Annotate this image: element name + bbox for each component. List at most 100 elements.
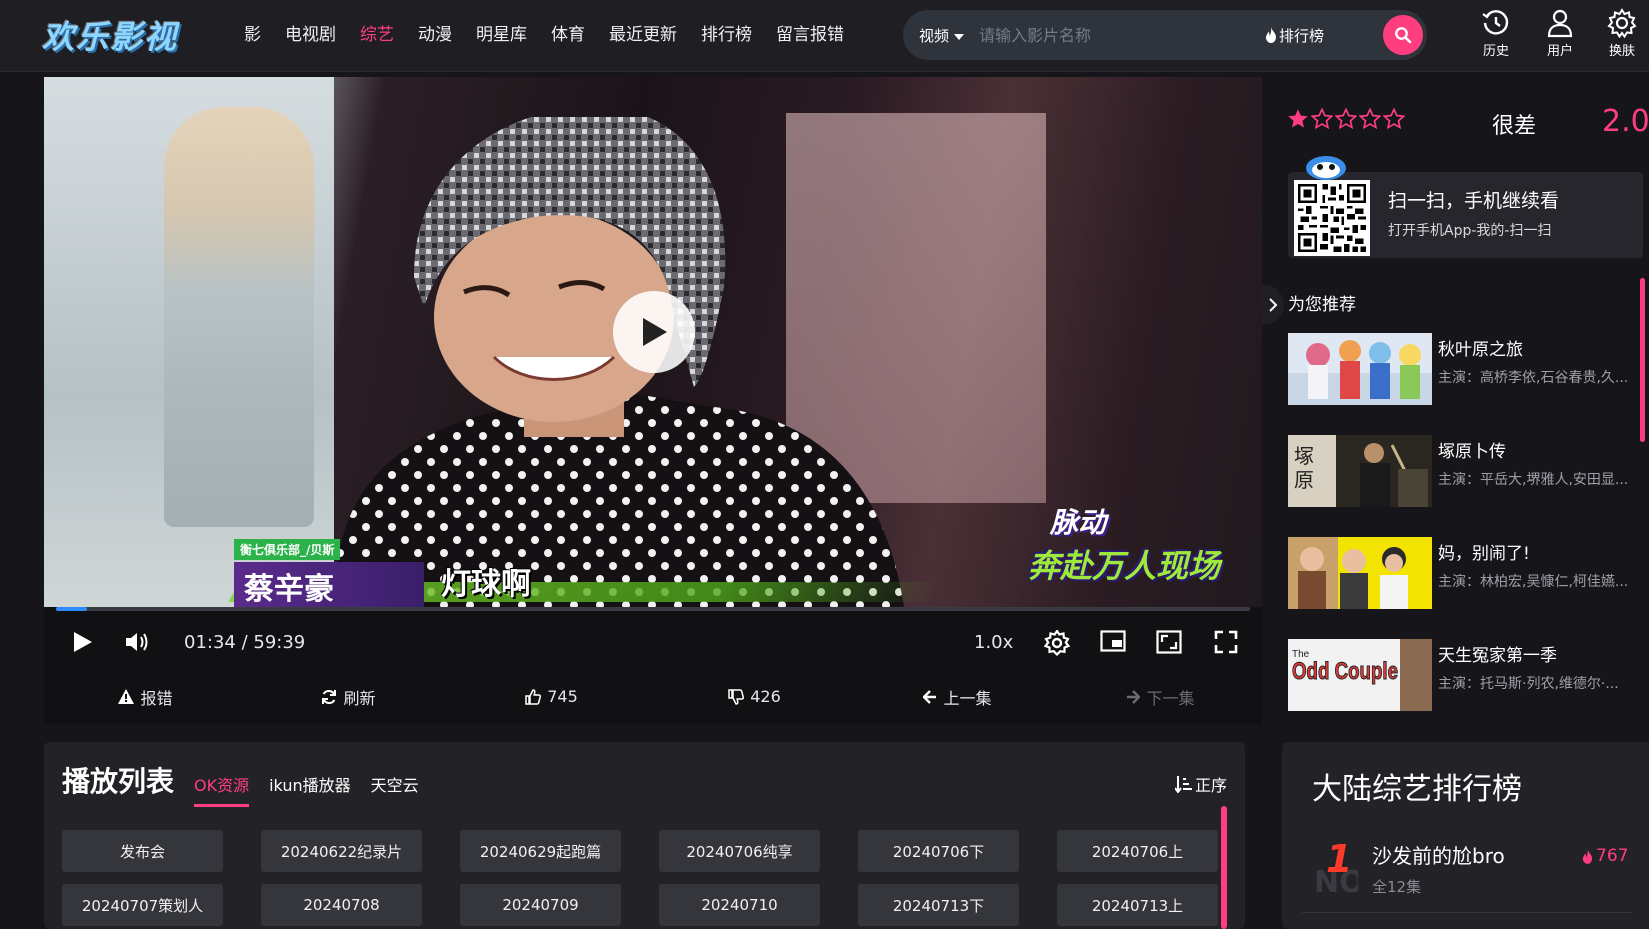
nav-item-ranking[interactable]: 排行榜 (701, 20, 752, 45)
episode-button[interactable]: 20240629起跑篇 (460, 830, 621, 872)
star-empty-icon[interactable] (1383, 108, 1405, 130)
search-button[interactable] (1383, 15, 1423, 55)
chevron-right-icon (1269, 298, 1278, 312)
video-frame[interactable]: 衡七俱乐部_/贝斯 蔡辛豪 灯球啊 脉动 奔赴万人现场 (44, 77, 1262, 607)
history-button[interactable]: 历史 (1474, 8, 1518, 59)
star-filled-icon[interactable] (1287, 108, 1309, 130)
episode-button[interactable]: 20240713上 (1057, 884, 1218, 926)
thumbs-down-icon (728, 688, 745, 705)
rating-score: 2.0 (1602, 104, 1649, 139)
episode-button[interactable]: 20240706上 (1057, 830, 1218, 872)
picture-in-picture-button[interactable] (1100, 630, 1126, 652)
episode-button[interactable]: 20240708 (261, 884, 422, 926)
recommend-item[interactable]: 秋叶原之旅 主演：高桥李依,石谷春贵,久... (1288, 333, 1638, 435)
skin-button[interactable]: 换肤 (1600, 8, 1644, 59)
history-label: 历史 (1482, 44, 1509, 59)
current-time: 01:34 (184, 632, 236, 653)
sort-order-label: 正序 (1194, 776, 1227, 795)
dislike-button[interactable]: 426 (653, 669, 856, 724)
ranking-item-title[interactable]: 沙发前的尬bro (1372, 840, 1505, 869)
search-type-label: 视频 (919, 27, 950, 45)
progress-bar[interactable] (56, 607, 1250, 611)
user-button[interactable]: 用户 (1538, 8, 1582, 59)
sponsor-badge-line1: 脉动 (1050, 506, 1107, 539)
svg-text:原: 原 (1294, 468, 1314, 492)
playback-speed-button[interactable]: 1.0x (974, 632, 1013, 653)
settings-button[interactable] (1044, 630, 1070, 656)
arrow-right-icon (1127, 689, 1141, 704)
player-action-bar: 报错 刷新 745 426 上一集 下一集 (44, 669, 1262, 724)
nav-item-variety[interactable]: 综艺 (360, 20, 394, 45)
nav-item-feedback[interactable]: 留言报错 (776, 20, 844, 45)
sort-icon (1174, 776, 1192, 793)
recommend-item[interactable]: 塚 原 塚原卜传 主演：平岳大,堺雅人,安田显... (1288, 435, 1638, 537)
episode-button[interactable]: 20240622纪录片 (261, 830, 422, 872)
recommend-thumbnail (1288, 333, 1432, 405)
next-episode-button[interactable]: 下一集 (1059, 669, 1262, 724)
episode-button[interactable]: 20240713下 (858, 884, 1019, 926)
ranking-item-hot-count: 767 (1596, 846, 1629, 866)
sort-order-button[interactable]: 正序 (1174, 772, 1227, 796)
fullscreen-button[interactable] (1214, 630, 1238, 654)
report-error-button[interactable]: 报错 (44, 669, 247, 724)
nav-item-recent[interactable]: 最近更新 (609, 20, 677, 45)
source-tab-ikun[interactable]: ikun播放器 (269, 772, 351, 807)
search-type-dropdown[interactable]: 视频 (919, 25, 965, 46)
rating-label: 很差 (1492, 114, 1537, 139)
episode-button[interactable]: 发布会 (62, 830, 223, 872)
gear-icon (1044, 630, 1070, 656)
qr-title: 扫一扫，手机继续看 (1388, 190, 1560, 212)
recommend-item-cast: 主演：托马斯·列农,维德尔·... (1438, 676, 1619, 692)
search-input[interactable] (979, 22, 1259, 48)
nav-item-movie[interactable]: 影 (244, 20, 261, 45)
report-error-label: 报错 (140, 688, 173, 708)
nav-item-sports[interactable]: 体育 (551, 20, 585, 45)
refresh-button[interactable]: 刷新 (247, 669, 450, 724)
star-empty-icon[interactable] (1359, 108, 1381, 130)
web-fullscreen-button[interactable] (1156, 630, 1182, 654)
refresh-label: 刷新 (343, 688, 376, 708)
star-rating[interactable] (1287, 108, 1405, 130)
ranking-panel: 大陆综艺排行榜 NO 1 沙发前的尬bro 全12集 767 (1282, 742, 1649, 929)
fullscreen-icon (1214, 630, 1238, 654)
recommend-item-title[interactable]: 塚原卜传 (1438, 437, 1506, 462)
star-empty-icon[interactable] (1311, 108, 1333, 130)
warning-icon (118, 689, 135, 704)
recommend-item-title[interactable]: 妈，别闹了! (1438, 539, 1530, 564)
recommend-item[interactable]: The Odd Couple 天生冤家第一季 主演：托马斯·列农,维德尔·... (1288, 639, 1638, 741)
source-tab-tiankong[interactable]: 天空云 (371, 772, 419, 807)
nav-item-tv[interactable]: 电视剧 (285, 20, 336, 45)
site-logo[interactable]: 欢乐影视 (42, 12, 178, 58)
source-tab-ok[interactable]: OK资源 (194, 772, 250, 807)
play-button[interactable] (72, 630, 94, 654)
play-overlay-button[interactable] (613, 291, 695, 373)
qr-code (1294, 180, 1370, 256)
episode-button[interactable]: 20240706下 (858, 830, 1019, 872)
episode-button[interactable]: 20240710 (659, 884, 820, 926)
name-tag-name: 蔡辛豪 (234, 562, 424, 607)
episode-button[interactable]: 20240707策划人 (62, 884, 223, 926)
recommend-thumbnail (1288, 537, 1432, 609)
previous-episode-button[interactable]: 上一集 (856, 669, 1059, 724)
collapse-sidebar-button[interactable] (1262, 285, 1284, 325)
progress-fill (56, 607, 88, 611)
recommend-item-title[interactable]: 秋叶原之旅 (1438, 335, 1523, 360)
episode-button[interactable]: 20240706纯享 (659, 830, 820, 872)
recommend-scrollbar[interactable] (1640, 278, 1645, 442)
qr-card: 扫一扫，手机继续看 打开手机App-我的-扫一扫 (1288, 156, 1643, 258)
recommend-thumbnail: 塚 原 (1288, 435, 1432, 507)
nav-item-stars[interactable]: 明星库 (476, 20, 527, 45)
recommend-item[interactable]: 妈，别闹了! 主演：林柏宏,吴慷仁,柯佳嬿... (1288, 537, 1638, 639)
volume-button[interactable] (124, 630, 150, 654)
like-button[interactable]: 745 (450, 669, 653, 724)
ranking-item[interactable]: NO 1 沙发前的尬bro 全12集 767 (1312, 837, 1632, 910)
search-ranking-link[interactable]: 排行榜 (1265, 25, 1324, 46)
main-nav: 影 电视剧 综艺 动漫 明星库 体育 最近更新 排行榜 留言报错 (244, 20, 844, 45)
time-separator: / (235, 632, 254, 653)
star-empty-icon[interactable] (1335, 108, 1357, 130)
recommend-item-title[interactable]: 天生冤家第一季 (1438, 641, 1557, 666)
name-tag: 衡七俱乐部_/贝斯 蔡辛豪 (234, 539, 424, 607)
episode-button[interactable]: 20240709 (460, 884, 621, 926)
nav-item-anime[interactable]: 动漫 (418, 20, 452, 45)
next-episode-label: 下一集 (1146, 688, 1195, 708)
